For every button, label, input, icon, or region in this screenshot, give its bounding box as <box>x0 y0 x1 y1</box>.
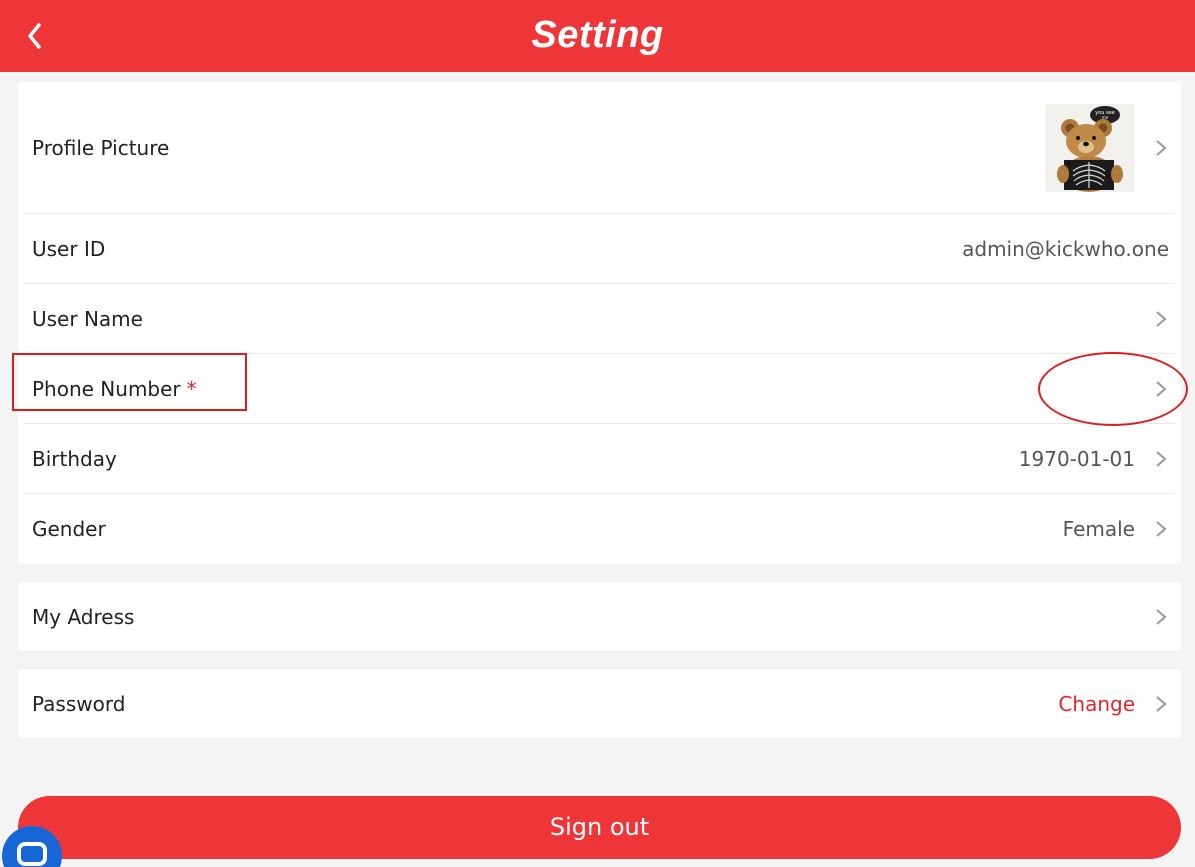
my-address-label: My Adress <box>32 604 135 629</box>
chevron-right-icon <box>1156 310 1167 327</box>
profile-picture-row[interactable]: Profile Picture you see me <box>24 82 1175 214</box>
gender-label: Gender <box>32 517 106 541</box>
chevron-right-icon <box>1156 521 1167 537</box>
birthday-row[interactable]: Birthday 1970-01-01 <box>24 424 1175 494</box>
user-id-value: admin@kickwho.one <box>962 236 1169 261</box>
profile-card: Profile Picture you see me User ID admin… <box>18 82 1181 564</box>
chat-button[interactable] <box>2 826 62 867</box>
required-asterisk: * <box>186 376 197 401</box>
address-card: My Adress <box>18 582 1181 651</box>
avatar[interactable]: you see me <box>1045 103 1135 192</box>
birthday-label: Birthday <box>32 446 117 471</box>
teddy-bear-avatar-image: you see me <box>1045 103 1135 192</box>
chevron-right-icon <box>1156 608 1167 625</box>
top-bar: Setting <box>0 0 1195 72</box>
user-id-row: User ID admin@kickwho.one <box>24 214 1175 284</box>
chevron-right-icon <box>1156 380 1167 397</box>
phone-number-label: Phone Number * <box>32 376 197 401</box>
password-change-link[interactable]: Change <box>1058 692 1135 716</box>
chevron-right-icon <box>1156 450 1167 467</box>
page-title: Setting <box>531 14 664 56</box>
sign-out-button[interactable]: Sign out <box>18 796 1181 859</box>
user-name-label: User Name <box>32 306 143 331</box>
user-name-row[interactable]: User Name <box>24 284 1175 354</box>
profile-picture-label: Profile Picture <box>32 135 170 160</box>
my-address-row[interactable]: My Adress <box>24 582 1175 651</box>
password-card: Password Change <box>18 669 1181 738</box>
phone-number-row[interactable]: Phone Number * <box>24 354 1175 424</box>
gender-row[interactable]: Gender Female <box>24 494 1175 564</box>
chevron-right-icon <box>1156 695 1167 712</box>
user-id-label: User ID <box>32 236 106 261</box>
birthday-value: 1970-01-01 <box>1018 446 1135 471</box>
gender-value: Female <box>1062 517 1135 541</box>
chevron-right-icon <box>1156 139 1167 156</box>
password-label: Password <box>32 691 126 716</box>
password-row[interactable]: Password Change <box>24 669 1175 738</box>
chat-bubble-icon <box>17 842 47 866</box>
